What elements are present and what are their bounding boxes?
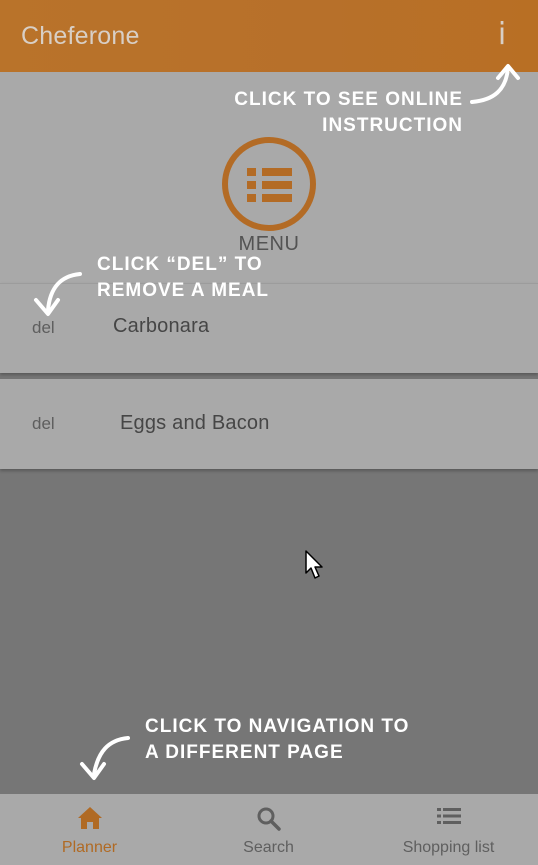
- arrow-info-icon: [470, 64, 520, 104]
- nav-label-planner: Planner: [61, 839, 118, 856]
- app-header: Cheferone i: [0, 0, 538, 72]
- arrow-del-icon: [34, 272, 82, 316]
- annotation-del-line2: REMOVE A MEAL: [97, 280, 270, 301]
- annotation-info-line2: INSTRUCTION: [322, 115, 463, 136]
- info-button[interactable]: i: [490, 18, 514, 52]
- nav-item-shopping-list[interactable]: Shopping list: [359, 794, 538, 865]
- nav-label-search: Search: [243, 839, 294, 856]
- meal-name: Eggs and Bacon: [120, 412, 270, 434]
- annotation-nav-line2: A DIFFERENT PAGE: [145, 742, 344, 763]
- search-icon: [257, 807, 281, 831]
- mouse-cursor-icon: [305, 550, 323, 579]
- annotation-info: CLICK TO SEE ONLINE INSTRUCTION: [234, 87, 463, 139]
- list-icon: [436, 808, 461, 824]
- meal-row: del Eggs and Bacon: [0, 379, 538, 469]
- annotation-nav-line1: CLICK TO NAVIGATION TO: [145, 716, 410, 737]
- app-screen: Cheferone i MENU del Carbonara del Eggs …: [0, 0, 538, 865]
- home-icon: [77, 807, 102, 829]
- nav-item-planner[interactable]: Planner: [0, 794, 179, 865]
- annotation-info-line1: CLICK TO SEE ONLINE: [234, 89, 463, 110]
- app-title: Cheferone: [21, 22, 140, 50]
- nav-label-shopping-list: Shopping list: [402, 839, 495, 856]
- delete-meal-button[interactable]: del: [32, 414, 55, 434]
- annotation-del-line1: CLICK “DEL” TO: [97, 254, 263, 275]
- delete-meal-button[interactable]: del: [32, 318, 55, 338]
- meal-name: Carbonara: [113, 315, 210, 337]
- bottom-navigation: Planner Search Shopping list: [0, 794, 538, 865]
- annotation-del: CLICK “DEL” TO REMOVE A MEAL: [97, 252, 269, 304]
- list-circle-icon[interactable]: [220, 135, 318, 233]
- annotation-nav: CLICK TO NAVIGATION TO A DIFFERENT PAGE: [145, 714, 409, 766]
- nav-item-search[interactable]: Search: [179, 794, 358, 865]
- arrow-nav-icon: [80, 736, 130, 780]
